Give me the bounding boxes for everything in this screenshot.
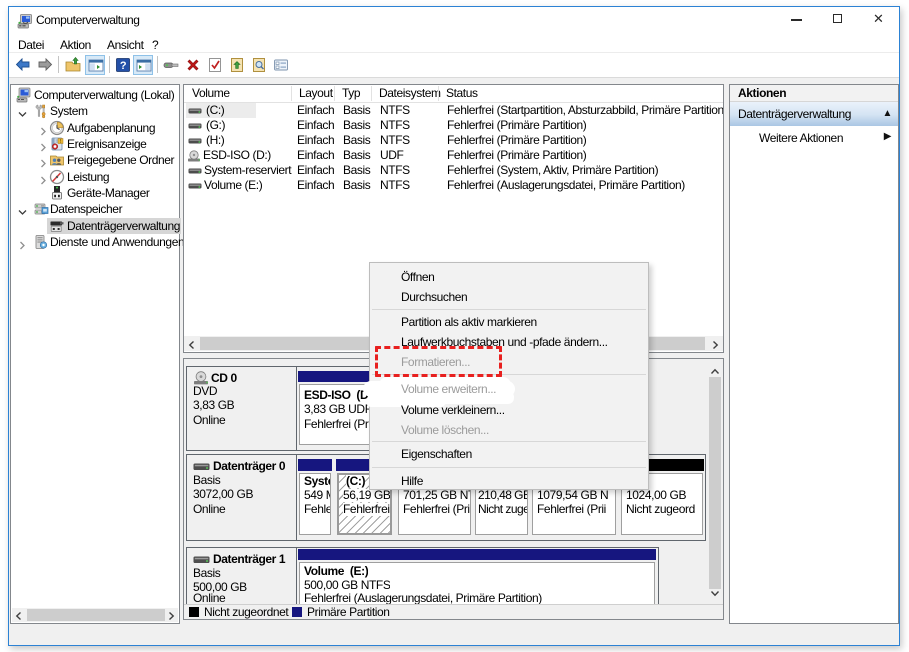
svg-text:?: ? [120, 60, 127, 72]
